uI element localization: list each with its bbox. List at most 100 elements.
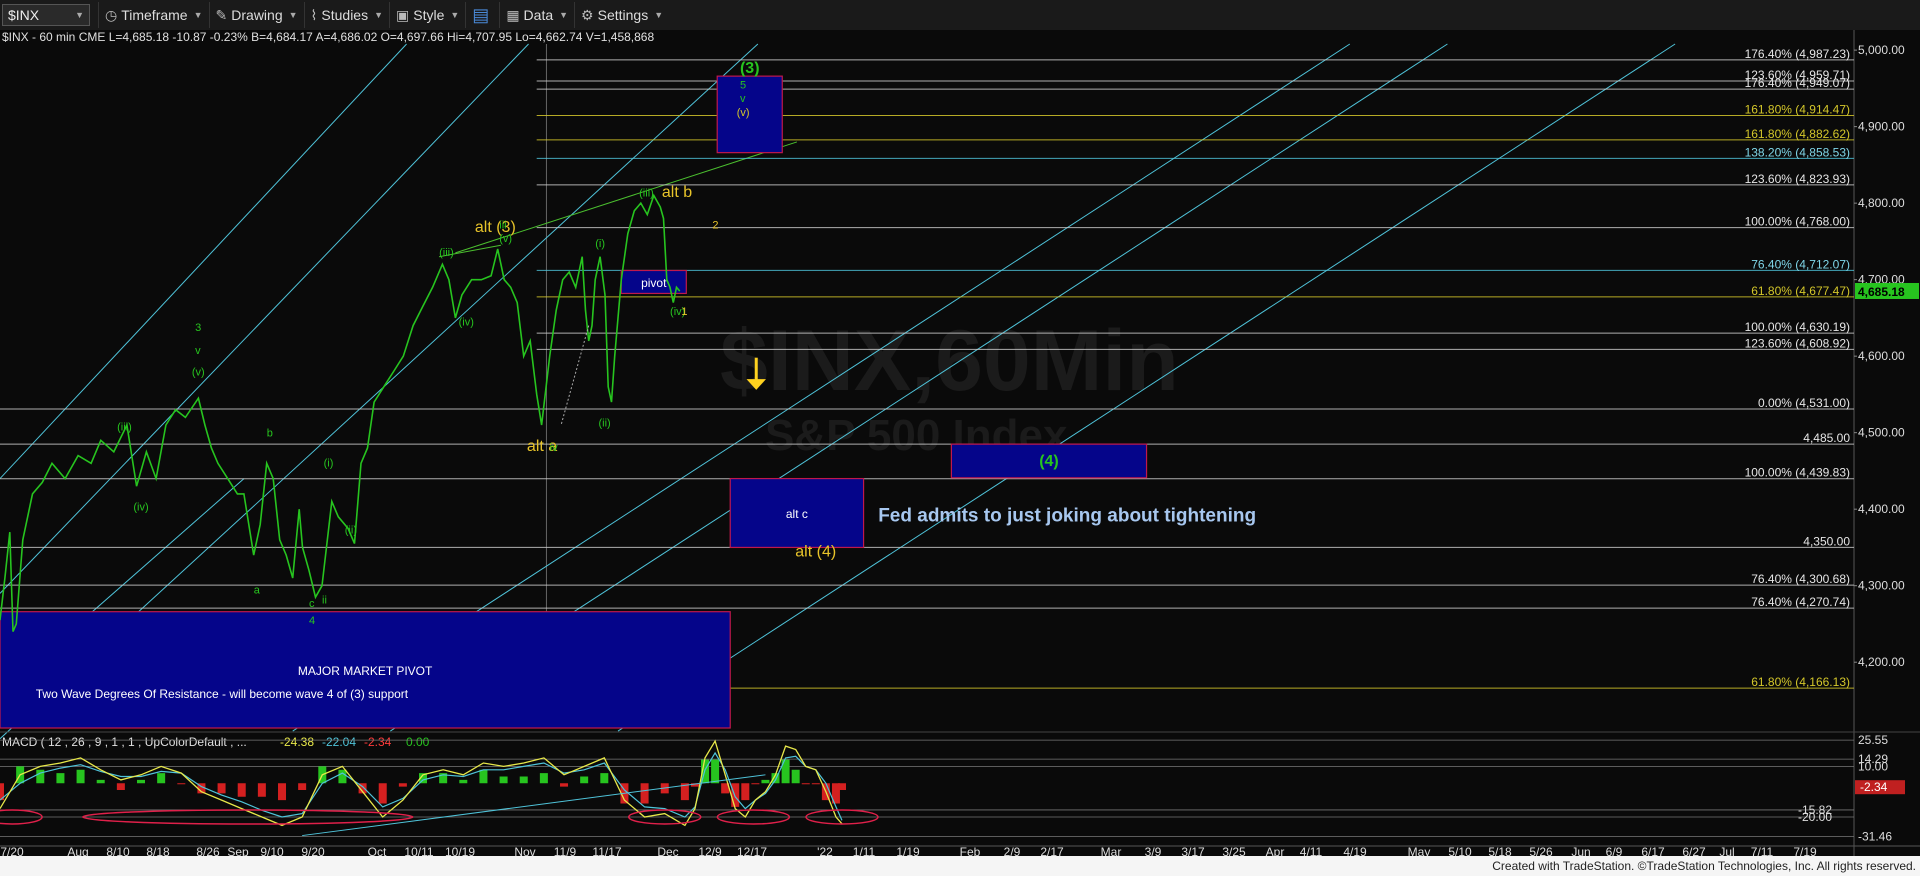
wave-annotation: iv: [550, 442, 558, 454]
copyright-text: Created with TradeStation. ©TradeStation…: [1492, 859, 1916, 873]
fib-level-label: 4,485.00: [1803, 431, 1850, 445]
macd-histogram-bar: [811, 783, 820, 785]
wave-annotation: 5: [740, 79, 746, 91]
chevron-down-icon[interactable]: ▼: [654, 10, 663, 20]
macd-tick-label: -20.00: [1798, 810, 1832, 824]
x-tick-label: 12/17: [737, 845, 767, 856]
macd-histogram-bar: [177, 783, 186, 785]
toolbar-label: Data: [523, 7, 554, 23]
wave-annotation: 3: [195, 322, 201, 334]
macd-histogram-bar: [137, 779, 146, 784]
toolbar-style-button[interactable]: ▣ Style ▼: [389, 2, 465, 28]
gear-icon: ⚙: [581, 6, 594, 23]
price-chart[interactable]: $INX - 60 min CME L=4,685.18 -10.87 -0.2…: [0, 30, 1920, 856]
x-tick-label: 3/25: [1222, 845, 1246, 856]
x-tick-label: 2/17: [1040, 845, 1064, 856]
zone-box-label: MAJOR MARKET PIVOT: [298, 664, 433, 678]
chevron-down-icon[interactable]: ▼: [374, 10, 383, 20]
macd-histogram-bar: [36, 769, 45, 784]
chevron-down-icon[interactable]: ▼: [75, 10, 84, 20]
macd-value: -22.04: [322, 735, 356, 749]
x-tick-label: Jun: [1571, 845, 1590, 856]
x-tick-label: 6/9: [1606, 845, 1623, 856]
last-price-label: 4,685.18: [1858, 285, 1905, 299]
y-tick-label: 4,800.00: [1858, 196, 1905, 210]
fib-level-label: 123.60% (4,608.92): [1745, 336, 1850, 350]
chevron-down-icon[interactable]: ▼: [194, 10, 203, 20]
macd-histogram-bar: [791, 769, 800, 784]
fib-level-label: 176.40% (4,987.23): [1745, 47, 1850, 61]
symbol-input[interactable]: $INX ▼: [2, 4, 90, 26]
x-tick-label: 4/19: [1343, 845, 1367, 856]
fib-level-label: 123.60% (4,823.93): [1745, 172, 1850, 186]
macd-histogram-bar: [298, 783, 307, 790]
toolbar-settings-button[interactable]: ⚙ Settings ▼: [574, 2, 669, 28]
toolbar-label: Style: [413, 7, 445, 23]
x-tick-label: 3/9: [1145, 845, 1162, 856]
toolbar-layout-button[interactable]: ▤: [465, 2, 499, 28]
chevron-down-icon[interactable]: ▼: [559, 10, 568, 20]
fib-level-label: 61.80% (4,677.47): [1751, 284, 1850, 298]
pencil-icon: ✎: [215, 6, 228, 23]
fib-level-label: 100.00% (4,768.00): [1745, 215, 1850, 229]
macd-histogram-bar: [499, 776, 508, 784]
macd-histogram-bar: [217, 783, 226, 794]
toolbar-label: Studies: [321, 7, 369, 23]
wave-annotation: v: [740, 93, 746, 105]
x-tick-label: Sep: [227, 845, 249, 856]
studies-icon: ⌇: [310, 6, 318, 23]
x-tick-label: 11/17: [592, 845, 621, 856]
x-tick-label: Feb: [960, 845, 981, 856]
wave-annotation: (ii): [598, 418, 610, 430]
x-tick-label: 7/20: [0, 845, 24, 856]
wave-annotation: alt (4): [795, 544, 836, 561]
macd-current-label: -2.34: [1860, 780, 1888, 794]
wave-annotation: (v): [192, 366, 205, 378]
y-tick-label: 4,900.00: [1858, 120, 1905, 134]
zone-box-label: pivot: [641, 276, 667, 290]
x-tick-label: 8/26: [196, 845, 220, 856]
zone-box-label: (4): [1039, 453, 1059, 470]
x-tick-label: Aug: [67, 845, 88, 856]
x-tick-label: 7/11: [1751, 845, 1774, 856]
zone-box: [716, 75, 783, 154]
chevron-down-icon[interactable]: ▼: [450, 10, 459, 20]
macd-label: MACD ( 12 , 26 , 9 , 1 , 1 , UpColorDefa…: [2, 735, 247, 749]
y-tick-label: 4,300.00: [1858, 579, 1905, 593]
toolbar-studies-button[interactable]: ⌇ Studies ▼: [303, 2, 389, 28]
fib-level-label: 176.40% (4,949.07): [1745, 76, 1850, 90]
x-tick-label: 9/10: [260, 845, 284, 856]
wave-annotation: (iv): [459, 317, 474, 329]
toolbar-timeframe-button[interactable]: ◷ Timeframe ▼: [98, 2, 209, 28]
macd-tick-label: -31.46: [1858, 829, 1892, 843]
macd-tick-label: 25.55: [1858, 733, 1888, 747]
macd-histogram-bar: [640, 783, 649, 804]
wave-annotation: 4: [309, 615, 315, 627]
x-tick-label: Apr: [1266, 845, 1285, 856]
wave-annotation: (iv): [133, 502, 148, 514]
macd-histogram-bar: [398, 783, 407, 787]
style-icon: ▣: [396, 6, 410, 23]
x-tick-label: 7/19: [1793, 845, 1817, 856]
clock-icon: ◷: [105, 6, 118, 23]
layout-icon: ▤: [472, 4, 490, 25]
macd-histogram-bar: [257, 783, 266, 797]
x-tick-label: 1/11: [853, 845, 876, 856]
x-tick-label: Jul: [1719, 845, 1734, 856]
macd-value: 0.00: [406, 735, 430, 749]
toolbar-data-button[interactable]: ▦ Data ▼: [499, 2, 574, 28]
macd-histogram-bar: [459, 779, 468, 784]
x-tick-label: 4/11: [1300, 845, 1323, 856]
macd-tick-label: 10.00: [1858, 759, 1888, 773]
x-tick-label: '22: [817, 845, 833, 856]
toolbar-drawing-button[interactable]: ✎ Drawing ▼: [208, 2, 304, 28]
macd-histogram-bar: [96, 779, 105, 784]
chevron-down-icon[interactable]: ▼: [289, 10, 298, 20]
wave-annotation: (ii): [345, 525, 357, 537]
symbol-value: $INX: [8, 7, 40, 23]
macd-histogram-bar: [741, 783, 750, 801]
wave-annotation: c: [309, 598, 315, 610]
macd-histogram-bar: [580, 776, 589, 784]
fib-level-label: 61.80% (4,166.13): [1751, 675, 1850, 689]
wave-annotation: (3): [740, 60, 760, 77]
